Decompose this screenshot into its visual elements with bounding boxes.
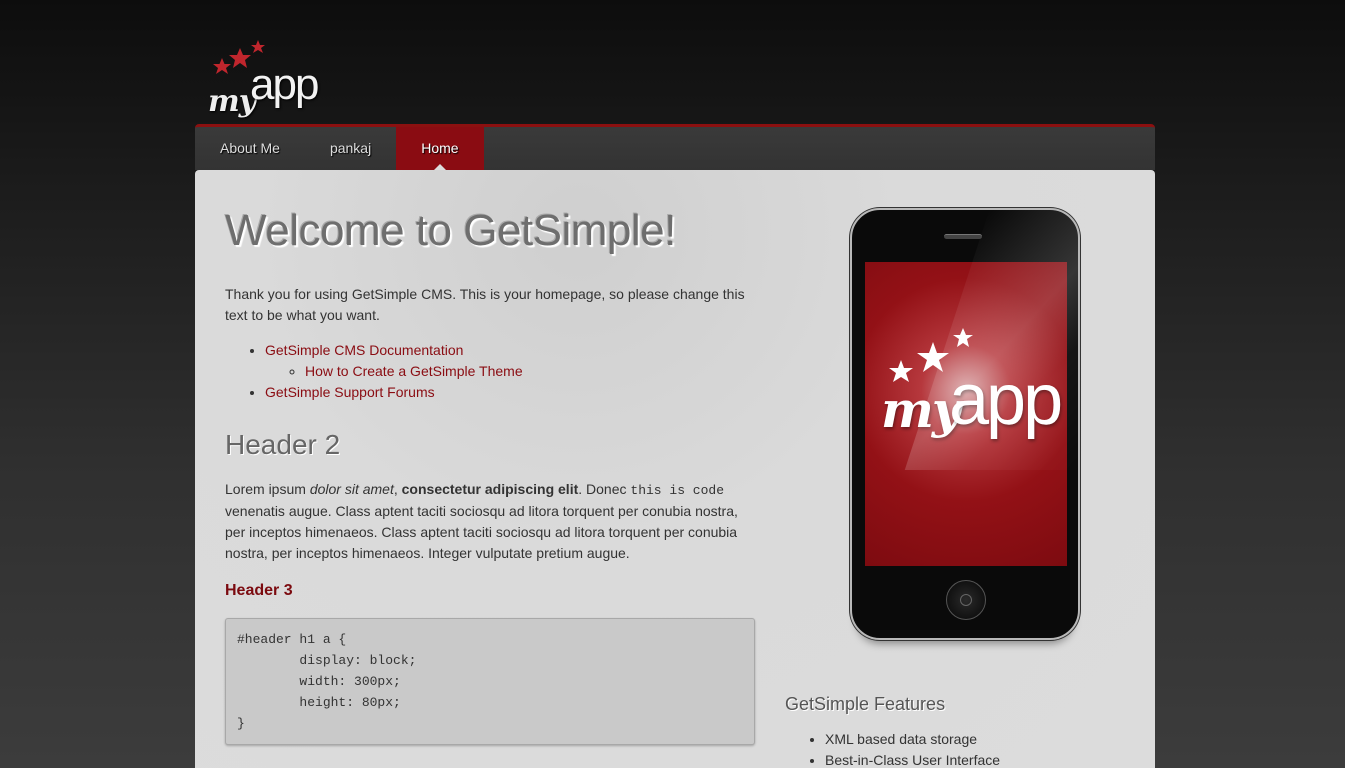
- list-item: Best-in-Class User Interface: [825, 750, 1125, 768]
- phone-home-button: [946, 580, 986, 620]
- list-item: GetSimple Support Forums: [265, 382, 755, 403]
- main-content: Welcome to GetSimple! Thank you for usin…: [225, 206, 755, 745]
- lorem-text-3: venenatis augue. Class aptent taciti soc…: [225, 503, 738, 561]
- site-logo[interactable]: my app: [208, 40, 319, 119]
- lorem-paragraph: Lorem ipsum dolor sit amet, consectetur …: [225, 479, 755, 564]
- list-item: How to Create a GetSimple Theme: [305, 361, 755, 382]
- phone-image: my app: [850, 208, 1080, 640]
- phone-logo-my: my: [881, 380, 961, 439]
- lorem-text-1: Lorem ipsum: [225, 481, 310, 497]
- page-title: Welcome to GetSimple!: [225, 206, 676, 255]
- sidebar: GetSimple Features XML based data storag…: [785, 694, 1125, 768]
- features-list: XML based data storage Best-in-Class Use…: [825, 729, 1125, 768]
- intro-paragraph: Thank you for using GetSimple CMS. This …: [225, 286, 745, 323]
- header-3: Header 3: [225, 582, 293, 599]
- code-block: #header h1 a { display: block; width: 30…: [225, 618, 755, 745]
- links-list: GetSimple CMS Documentation How to Creat…: [265, 340, 755, 403]
- lorem-text-2: . Donec: [578, 481, 631, 497]
- nav-item-home[interactable]: Home: [396, 127, 484, 170]
- nav-item-about-me[interactable]: About Me: [195, 127, 305, 170]
- lorem-italic: dolor sit amet: [309, 481, 394, 497]
- list-item: XML based data storage: [825, 729, 1125, 750]
- link-create-theme[interactable]: How to Create a GetSimple Theme: [305, 363, 523, 379]
- lorem-comma: ,: [393, 481, 402, 497]
- features-title: GetSimple Features: [785, 694, 946, 714]
- link-support-forums[interactable]: GetSimple Support Forums: [265, 384, 435, 400]
- phone-speaker: [944, 234, 982, 239]
- logo-text-my: my: [208, 84, 256, 119]
- inline-code: this is code: [630, 483, 725, 498]
- list-item: GetSimple CMS Documentation How to Creat…: [265, 340, 755, 382]
- main-navigation: About Me pankaj Home: [195, 124, 1155, 170]
- link-documentation[interactable]: GetSimple CMS Documentation: [265, 342, 463, 358]
- phone-screen: my app: [865, 262, 1067, 566]
- header-2: Header 2: [225, 429, 341, 460]
- phone-logo-app: app: [949, 360, 1063, 440]
- logo-text-app: app: [250, 60, 319, 109]
- content-panel: Welcome to GetSimple! Thank you for usin…: [195, 170, 1155, 768]
- nav-item-pankaj[interactable]: pankaj: [305, 127, 396, 170]
- lorem-bold: consectetur adipiscing elit: [401, 481, 579, 497]
